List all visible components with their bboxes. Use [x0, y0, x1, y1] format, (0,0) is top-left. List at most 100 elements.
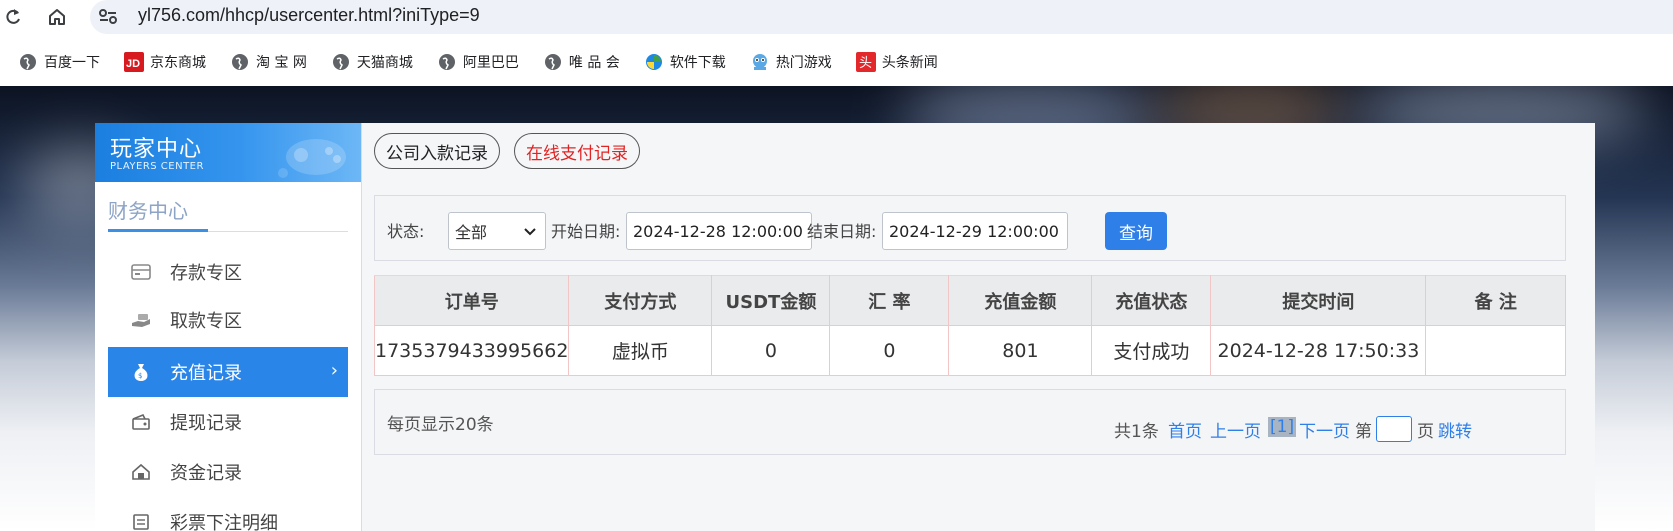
col-exchange-rate: 汇 率: [829, 275, 950, 326]
software-icon: [644, 52, 664, 72]
jump-button[interactable]: 跳转: [1438, 417, 1472, 442]
bookmark-taobao[interactable]: 淘 宝 网: [230, 52, 307, 72]
bookmark-label: 百度一下: [44, 55, 100, 71]
house-icon: [130, 461, 152, 483]
bookmark-software[interactable]: 软件下载: [644, 52, 726, 72]
gamepad-icon: [278, 139, 346, 178]
globe-icon: [437, 52, 457, 72]
sidebar-item-deposit[interactable]: 存款专区: [108, 247, 348, 297]
bookmarks-bar: 百度一下 JD 京东商城 淘 宝 网 天猫商城 阿里巴巴 唯 品 会 软件下载 …: [0, 44, 1673, 80]
reload-icon: [6, 9, 20, 24]
col-order-no: 订单号: [373, 275, 570, 326]
chevron-right-icon: ›: [330, 360, 338, 381]
cell-exchange-rate: 0: [829, 325, 950, 376]
bookmark-toutiao[interactable]: 头 头条新闻: [855, 52, 938, 72]
first-page-link[interactable]: 首页: [1168, 417, 1202, 442]
col-payment-method: 支付方式: [568, 275, 713, 326]
bookmark-label: 天猫商城: [356, 55, 413, 71]
start-date-label: 开始日期:: [551, 222, 621, 241]
sidebar: 玩家中心 PLAYERS CENTER 财务中心 存款专区 取款专区 $ 充值记…: [95, 123, 362, 531]
bookmark-label: 软件下载: [669, 55, 726, 71]
money-bag-icon: $: [130, 361, 152, 383]
record-tabs: 公司入款记录 在线支付记录: [374, 133, 654, 169]
withdraw-hand-icon: [130, 309, 152, 331]
cell-submit-time: 2024-12-28 17:50:33: [1210, 325, 1427, 376]
end-date-input[interactable]: 2024-12-29 12:00:00: [882, 212, 1068, 250]
sidebar-item-label: 存款专区: [170, 263, 242, 284]
query-button[interactable]: 查询: [1105, 212, 1167, 250]
url-text[interactable]: yl756.com/hhcp/usercenter.html?iniType=9: [138, 5, 480, 26]
start-date-input[interactable]: 2024-12-28 12:00:00: [626, 212, 812, 250]
sidebar-item-withdraw-records[interactable]: 提现记录: [108, 397, 348, 447]
table-header-row: 订单号 支付方式 USDT金额 汇 率 充值金额 充值状态 提交时间 备 注: [373, 275, 1566, 326]
per-page-text: 每页显示20条: [387, 415, 494, 435]
recharge-records-table: 订单号 支付方式 USDT金额 汇 率 充值金额 充值状态 提交时间 备 注 1…: [373, 275, 1566, 376]
col-recharge-status: 充值状态: [1091, 275, 1212, 326]
reload-button[interactable]: [0, 4, 26, 30]
bookmark-label: 淘 宝 网: [256, 55, 307, 71]
total-count: 共1条: [1114, 422, 1159, 442]
bookmark-label: 头条新闻: [881, 55, 938, 71]
wallet-icon: [130, 411, 152, 433]
goto-prefix: 第: [1355, 422, 1372, 442]
bookmark-tmall[interactable]: 天猫商城: [331, 52, 413, 72]
globe-icon: [18, 52, 38, 72]
cell-usdt-amount: 0: [711, 325, 831, 376]
sidebar-item-withdraw[interactable]: 取款专区: [108, 295, 348, 345]
game-icon: [750, 52, 770, 72]
col-submit-time: 提交时间: [1210, 275, 1427, 326]
cell-recharge-amount: 801: [948, 325, 1093, 376]
svg-text:$: $: [138, 372, 142, 380]
filter-bar: 状态: 全部 开始日期: 2024-12-28 12:00:00 结束日期: 2…: [374, 195, 1566, 261]
sidebar-item-label: 取款专区: [170, 311, 242, 332]
status-label: 状态:: [387, 222, 425, 241]
home-icon: [49, 9, 65, 25]
next-page-link[interactable]: 下一页: [1299, 417, 1350, 442]
section-title: 财务中心: [108, 199, 188, 223]
pagination-bar: 每页显示20条 共1条 首页 上一页 [1] 下一页 第 页 跳转: [374, 389, 1566, 455]
globe-icon: [331, 52, 351, 72]
svg-text:头: 头: [859, 56, 872, 71]
sidebar-item-label: 资金记录: [170, 463, 242, 484]
bookmark-label: 阿里巴巴: [462, 55, 519, 71]
cell-recharge-status: 支付成功: [1091, 325, 1212, 376]
section-title-underline: [108, 229, 208, 232]
sidebar-item-fund-records[interactable]: 资金记录: [108, 447, 348, 497]
prev-page-link[interactable]: 上一页: [1210, 417, 1261, 442]
goto-suffix: 页: [1417, 422, 1434, 442]
bookmark-label: 京东商城: [150, 55, 206, 71]
bookmark-jd[interactable]: JD 京东商城: [124, 52, 206, 72]
status-select-value: 全部: [455, 223, 488, 242]
svg-text:JD: JD: [126, 58, 140, 70]
current-page[interactable]: [1]: [1268, 417, 1297, 437]
globe-icon: [230, 52, 250, 72]
tab-online-payment-records[interactable]: 在线支付记录: [514, 133, 640, 169]
tab-company-deposit-records[interactable]: 公司入款记录: [374, 133, 500, 169]
card-icon: [130, 261, 152, 283]
site-settings-icon[interactable]: [96, 4, 120, 32]
toutiao-icon: 头: [855, 52, 876, 72]
sidebar-item-lottery-bets[interactable]: 彩票下注明细: [108, 497, 348, 531]
cell-order-no: 1735379433995662: [373, 325, 570, 376]
browser-address-bar: yl756.com/hhcp/usercenter.html?iniType=9: [0, 0, 1673, 36]
chevron-down-icon: [523, 222, 537, 244]
bookmark-baidu[interactable]: 百度一下: [18, 52, 100, 72]
bookmark-vip[interactable]: 唯 品 会: [543, 52, 620, 72]
players-center-header: 玩家中心 PLAYERS CENTER: [95, 123, 361, 182]
main-panel: 公司入款记录 在线支付记录 状态: 全部 开始日期: 2024-12-28 12…: [362, 123, 1595, 531]
header-subtitle: PLAYERS CENTER: [110, 161, 204, 172]
col-recharge-amount: 充值金额: [948, 275, 1093, 326]
cell-remarks: [1425, 325, 1566, 376]
sidebar-item-recharge-records[interactable]: $ 充值记录 ›: [108, 347, 348, 397]
jd-logo-icon: JD: [124, 52, 144, 72]
sidebar-item-label: 充值记录: [170, 363, 242, 384]
cell-payment-method: 虚拟币: [568, 325, 713, 376]
goto-page-input[interactable]: [1376, 416, 1412, 442]
home-button[interactable]: [44, 4, 70, 30]
bookmark-alibaba[interactable]: 阿里巴巴: [437, 52, 519, 72]
bookmark-label: 热门游戏: [775, 55, 832, 71]
end-date-label: 结束日期:: [807, 222, 877, 241]
bookmark-games[interactable]: 热门游戏: [750, 52, 832, 72]
status-select[interactable]: 全部: [448, 212, 546, 250]
table-row: 1735379433995662 虚拟币 0 0 801 支付成功 2024-1…: [373, 325, 1566, 376]
